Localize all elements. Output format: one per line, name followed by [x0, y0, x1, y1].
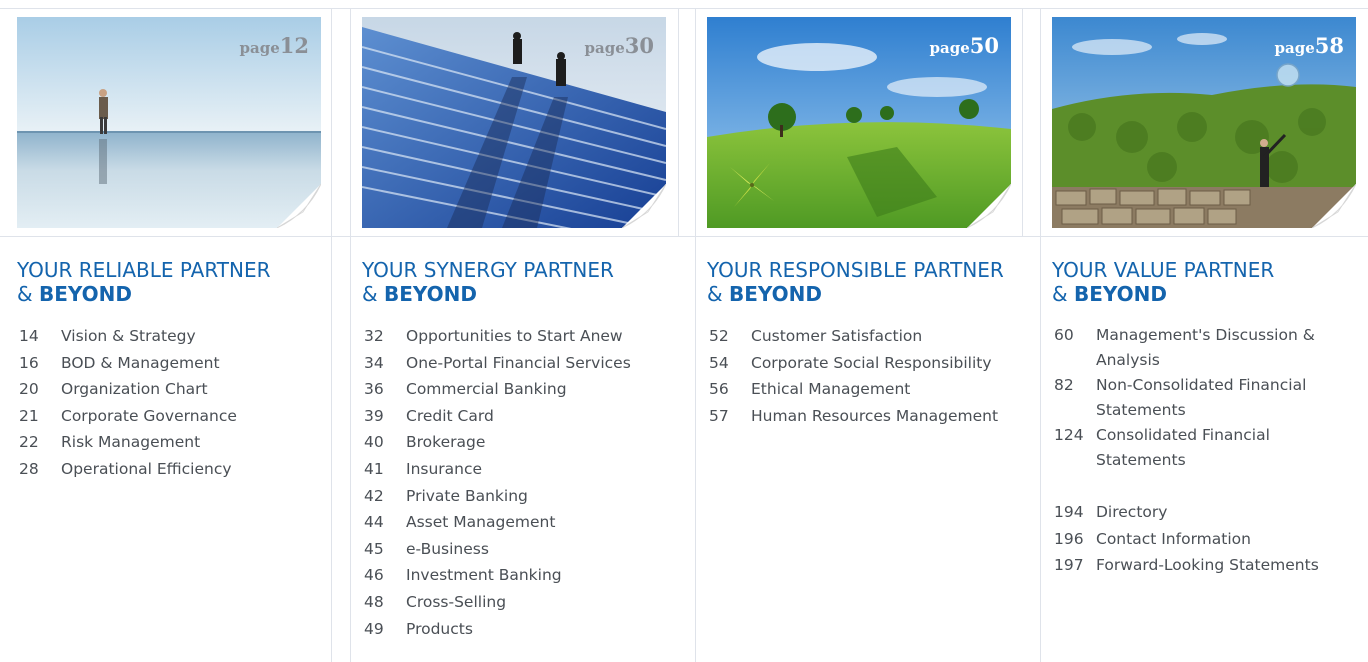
toc-list: 32 Opportunities to Start Anew 34 One-Port…: [364, 323, 684, 642]
page-label: page12: [239, 33, 309, 58]
toc-item[interactable]: 196 Contact Information: [1054, 526, 1368, 553]
toc-item[interactable]: 41 Insurance: [364, 456, 684, 483]
page-curl-icon: [622, 184, 666, 228]
toc-item[interactable]: 32 Opportunities to Start Anew: [364, 323, 684, 350]
section-reliable-partner: page12 YOUR RELIABLE PARTNER & BEYOND 14…: [0, 0, 344, 662]
section-responsible-partner: page50 YOUR RESPONSIBLE PARTNER & BEYOND…: [690, 0, 1034, 662]
toc-item[interactable]: 197 Forward-Looking Statements: [1054, 552, 1368, 579]
toc-item[interactable]: 194 Directory: [1054, 499, 1368, 526]
toc-list: 14 Vision & Strategy 16 BOD & Management 2…: [19, 323, 339, 483]
toc-item[interactable]: 44 Asset Management: [364, 509, 684, 536]
section-heading: YOUR VALUE PARTNER & BEYOND: [1052, 258, 1275, 306]
toc-item[interactable]: 57 Human Resources Management: [709, 403, 1029, 430]
page-curl-icon: [1312, 184, 1356, 228]
toc-item[interactable]: 21 Corporate Governance: [19, 403, 339, 430]
toc-list: 60 Management's Discussion & Analysis 82 N…: [1054, 323, 1368, 579]
section-synergy-partner: page30 YOUR SYNERGY PARTNER & BEYOND 32 O…: [345, 0, 689, 662]
section-heading: YOUR RESPONSIBLE PARTNER & BEYOND: [707, 258, 1004, 306]
toc-item[interactable]: 60 Management's Discussion & Analysis: [1054, 323, 1368, 373]
photo-seascape: page12: [17, 17, 321, 228]
toc-item[interactable]: 49 Products: [364, 616, 684, 643]
toc-item[interactable]: 54 Corporate Social Responsibility: [709, 350, 1029, 377]
section-heading: YOUR SYNERGY PARTNER & BEYOND: [362, 258, 614, 306]
toc-item[interactable]: 20 Organization Chart: [19, 376, 339, 403]
photo-stairs: page30: [362, 17, 666, 228]
toc-item[interactable]: 36 Commercial Banking: [364, 376, 684, 403]
photo-meadow: page50: [707, 17, 1011, 228]
toc-item[interactable]: 28 Operational Efficiency: [19, 456, 339, 483]
page-label: page50: [929, 33, 999, 58]
toc-item[interactable]: 42 Private Banking: [364, 483, 684, 510]
toc-item[interactable]: 40 Brokerage: [364, 429, 684, 456]
toc-item[interactable]: 22 Risk Management: [19, 429, 339, 456]
toc-item[interactable]: 48 Cross-Selling: [364, 589, 684, 616]
toc-item[interactable]: 45 e-Business: [364, 536, 684, 563]
toc-item[interactable]: 14 Vision & Strategy: [19, 323, 339, 350]
toc-item[interactable]: 56 Ethical Management: [709, 376, 1029, 403]
toc-item[interactable]: 46 Investment Banking: [364, 562, 684, 589]
toc-item[interactable]: 34 One-Portal Financial Services: [364, 350, 684, 377]
toc-item[interactable]: 82 Non-Consolidated Financial Statements: [1054, 373, 1368, 423]
toc-item[interactable]: 16 BOD & Management: [19, 350, 339, 377]
toc-item[interactable]: 124 Consolidated Financial Statements: [1054, 423, 1368, 473]
toc-item[interactable]: 39 Credit Card: [364, 403, 684, 430]
toc-item[interactable]: 52 Customer Satisfaction: [709, 323, 1029, 350]
toc-list: 52 Customer Satisfaction 54 Corporate Soci…: [709, 323, 1029, 429]
section-value-partner: page58 YOUR VALUE PARTNER & BEYOND 60 Man…: [1035, 0, 1368, 662]
page-curl-icon: [277, 184, 321, 228]
page-label: page58: [1274, 33, 1344, 58]
page-label: page30: [584, 33, 654, 58]
photo-ivy-wall: page58: [1052, 17, 1356, 228]
section-heading: YOUR RELIABLE PARTNER & BEYOND: [17, 258, 271, 306]
page-curl-icon: [967, 184, 1011, 228]
